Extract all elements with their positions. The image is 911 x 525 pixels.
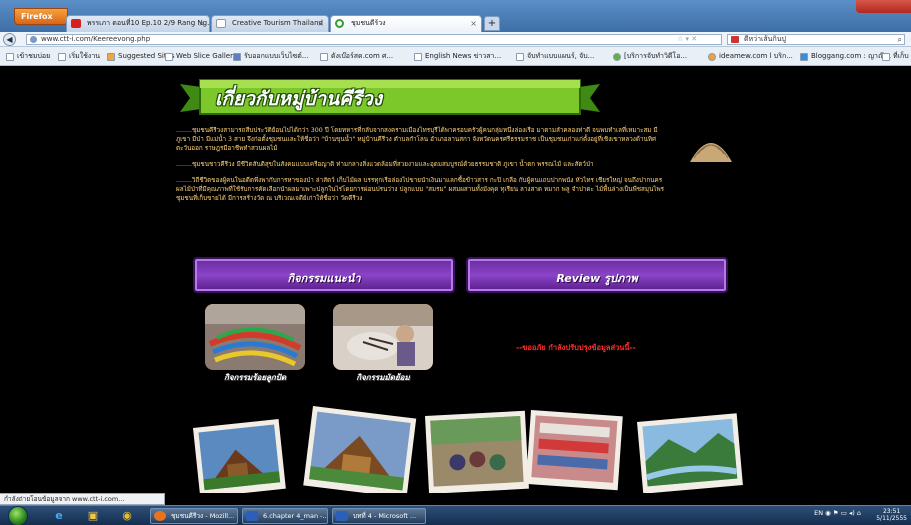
- youtube-icon: [71, 19, 81, 28]
- loading-icon: [335, 19, 344, 28]
- orange-circle-icon: [708, 53, 716, 61]
- clock[interactable]: 23:51 5/11/2555: [876, 508, 907, 522]
- chart-icon: [233, 53, 241, 61]
- tab-label: พรรเภา ตอนที่10 Ep.10 2/9 Rang Ng...: [87, 19, 210, 27]
- activities-header-label: กิจกรรมแนะนำ: [287, 272, 361, 285]
- photo-frame: [193, 419, 286, 493]
- intro-paragraph: ........ชุมชนชาวคีรีวง มีชีวิตสันติสุขใน…: [176, 161, 594, 168]
- bookmark-icon: [414, 53, 422, 61]
- web-page: เกี่ยวกับหมู่บ้านคีรีวง ........ชุมชนคีร…: [0, 66, 911, 493]
- tab-active[interactable]: ชุมชนดีร้วง ×: [330, 15, 482, 32]
- navigation-bar: ◀ www.ctt-i.com/Keereevong.php ☆ ▾ ✕ ดีห…: [0, 32, 911, 47]
- tab-creative-tourism[interactable]: Creative Tourism Thailand ×: [211, 15, 329, 32]
- tray-icons: ◉ ⚑ ▭ ◂) ⌂: [825, 509, 861, 517]
- taskbar-task-word-2[interactable]: บทที่ 4 - Microsoft ...: [332, 508, 426, 524]
- search-text: ดีหว่าเส้นกินปู: [744, 35, 786, 43]
- page-title: เกี่ยวกับหมู่บ้านคีรีวง: [215, 88, 382, 110]
- review-header[interactable]: Review รูปภาพ: [466, 257, 728, 293]
- status-bar: กำลังถ่ายโอนข้อมูลจาก www.ctt-i.com...: [0, 493, 165, 505]
- woven-hat-image: [690, 143, 732, 162]
- bookmark-item[interactable]: จับทำแบบแผนร์, จับ...: [516, 51, 594, 62]
- bookmarks-toolbar: เข้าชมบ่อย เริ่มใช้งาน Suggested Sites W…: [0, 47, 911, 66]
- photo-frame: [525, 410, 623, 491]
- web-slice-icon: [165, 53, 173, 61]
- taskbar-task-word-1[interactable]: 6.chapter 4_man -...: [242, 508, 328, 524]
- bead-activity-image[interactable]: [205, 304, 305, 370]
- taskbar-task-firefox[interactable]: ชุมชนคีรีวง - Mozill...: [150, 508, 238, 524]
- bookmark-item[interactable]: เริ่มใช้งาน: [58, 51, 100, 62]
- clock-date: 5/11/2555: [876, 515, 907, 522]
- bookmark-item[interactable]: ที่เก็บ: [882, 51, 909, 62]
- photo-frame: [425, 410, 529, 493]
- bead-activity-caption[interactable]: กิจกรรมร้อยลูกปัด: [200, 371, 310, 384]
- search-icon[interactable]: ⌕: [898, 35, 902, 44]
- bookmark-icon: [6, 53, 14, 61]
- photo-frame: [303, 406, 417, 493]
- internet-explorer-icon[interactable]: e: [44, 508, 74, 524]
- bloggang-icon: [800, 53, 808, 61]
- close-icon[interactable]: ×: [317, 16, 324, 31]
- word-icon: [246, 511, 258, 521]
- new-tab-button[interactable]: +: [484, 16, 500, 31]
- bookmark-item[interactable]: ideamew.com l บริก...: [708, 51, 793, 62]
- page-icon: [216, 19, 226, 28]
- bookmark-item[interactable]: เข้าชมบ่อย: [6, 51, 50, 62]
- windows-taskbar: e ▣ ◉ ชุมชนคีรีวง - Mozill... 6.chapter …: [0, 505, 911, 525]
- bookmark-icon: [58, 53, 66, 61]
- url-text: www.ctt-i.com/Keereevong.php: [41, 35, 151, 43]
- tie-dye-activity-caption[interactable]: กิจกรรมมัดย้อม: [328, 371, 438, 384]
- review-under-construction-note: --ขออภัย กำลังปรับปรุงข้อมูลส่วนนี้--: [516, 343, 636, 352]
- clock-time: 23:51: [882, 508, 901, 515]
- suggested-sites-icon: [107, 53, 115, 61]
- bookmark-item[interactable]: English News ข่าวสา...: [414, 51, 501, 62]
- window-close-button[interactable]: [856, 0, 911, 13]
- bookmark-item[interactable]: รับออกแบบเว็บไซต์...: [233, 51, 309, 62]
- bookmark-item[interactable]: ดังเบ๊อร์สด.com ศ...: [320, 51, 393, 62]
- bookmark-icon: [882, 53, 890, 61]
- file-explorer-icon[interactable]: ▣: [78, 508, 108, 524]
- tie-dye-activity-image[interactable]: [333, 304, 433, 370]
- language-indicator[interactable]: EN: [814, 509, 823, 517]
- word-icon: [336, 511, 348, 521]
- globe-icon: [30, 36, 37, 43]
- bookmark-item[interactable]: [บริการจับทำวิดีโอ...: [613, 51, 687, 62]
- bookmark-icon: [516, 53, 524, 61]
- bead-activity-photo: [205, 304, 305, 370]
- start-button[interactable]: [8, 506, 28, 525]
- firefox-menu-button[interactable]: Firefox: [14, 8, 68, 25]
- intro-text: ........ชุมชนคีรีวงสามารถสืบประวัติย้อนไ…: [176, 126, 668, 210]
- back-arrow-icon[interactable]: ◀: [3, 33, 16, 46]
- bookmark-item[interactable]: Bloggang.com : ญาณี...: [800, 51, 891, 62]
- green-circle-icon: [613, 53, 621, 61]
- intro-paragraph: ........วิถีชีวิตของผู้คนในอดีตพึ่งพากับ…: [176, 177, 664, 202]
- tie-dye-activity-photo: [333, 304, 433, 370]
- tab-label: ชุมชนดีร้วง: [351, 19, 386, 27]
- search-engine-icon[interactable]: [731, 36, 739, 43]
- intro-paragraph: ........ชุมชนคีรีวงสามารถสืบประวัติย้อนไ…: [176, 127, 658, 152]
- bookmark-item[interactable]: Web Slice Gallery: [165, 51, 237, 62]
- url-input[interactable]: www.ctt-i.com/Keereevong.php: [26, 34, 722, 45]
- search-input[interactable]: ดีหว่าเส้นกินปู ⌕: [727, 34, 905, 45]
- review-header-label: Review รูปภาพ: [556, 272, 638, 285]
- star-bookmark-icon[interactable]: ☆ ▾ ✕: [677, 35, 697, 43]
- tab-youtube[interactable]: พรรเภา ตอนที่10 Ep.10 2/9 Rang Ng... ×: [66, 15, 210, 32]
- tab-label: Creative Tourism Thailand: [232, 19, 323, 27]
- photo-collage: [193, 406, 743, 493]
- browser-tab-bar: Firefox พรรเภา ตอนที่10 Ep.10 2/9 Rang N…: [0, 0, 911, 32]
- bookmark-icon: [320, 53, 328, 61]
- close-icon[interactable]: ×: [198, 16, 205, 31]
- close-icon[interactable]: ×: [470, 16, 477, 31]
- firefox-icon: [154, 511, 166, 521]
- chrome-icon[interactable]: ◉: [112, 508, 142, 524]
- activities-header[interactable]: กิจกรรมแนะนำ: [193, 257, 455, 293]
- system-tray[interactable]: EN ◉ ⚑ ▭ ◂) ⌂: [814, 509, 861, 517]
- photo-frame: [637, 413, 743, 493]
